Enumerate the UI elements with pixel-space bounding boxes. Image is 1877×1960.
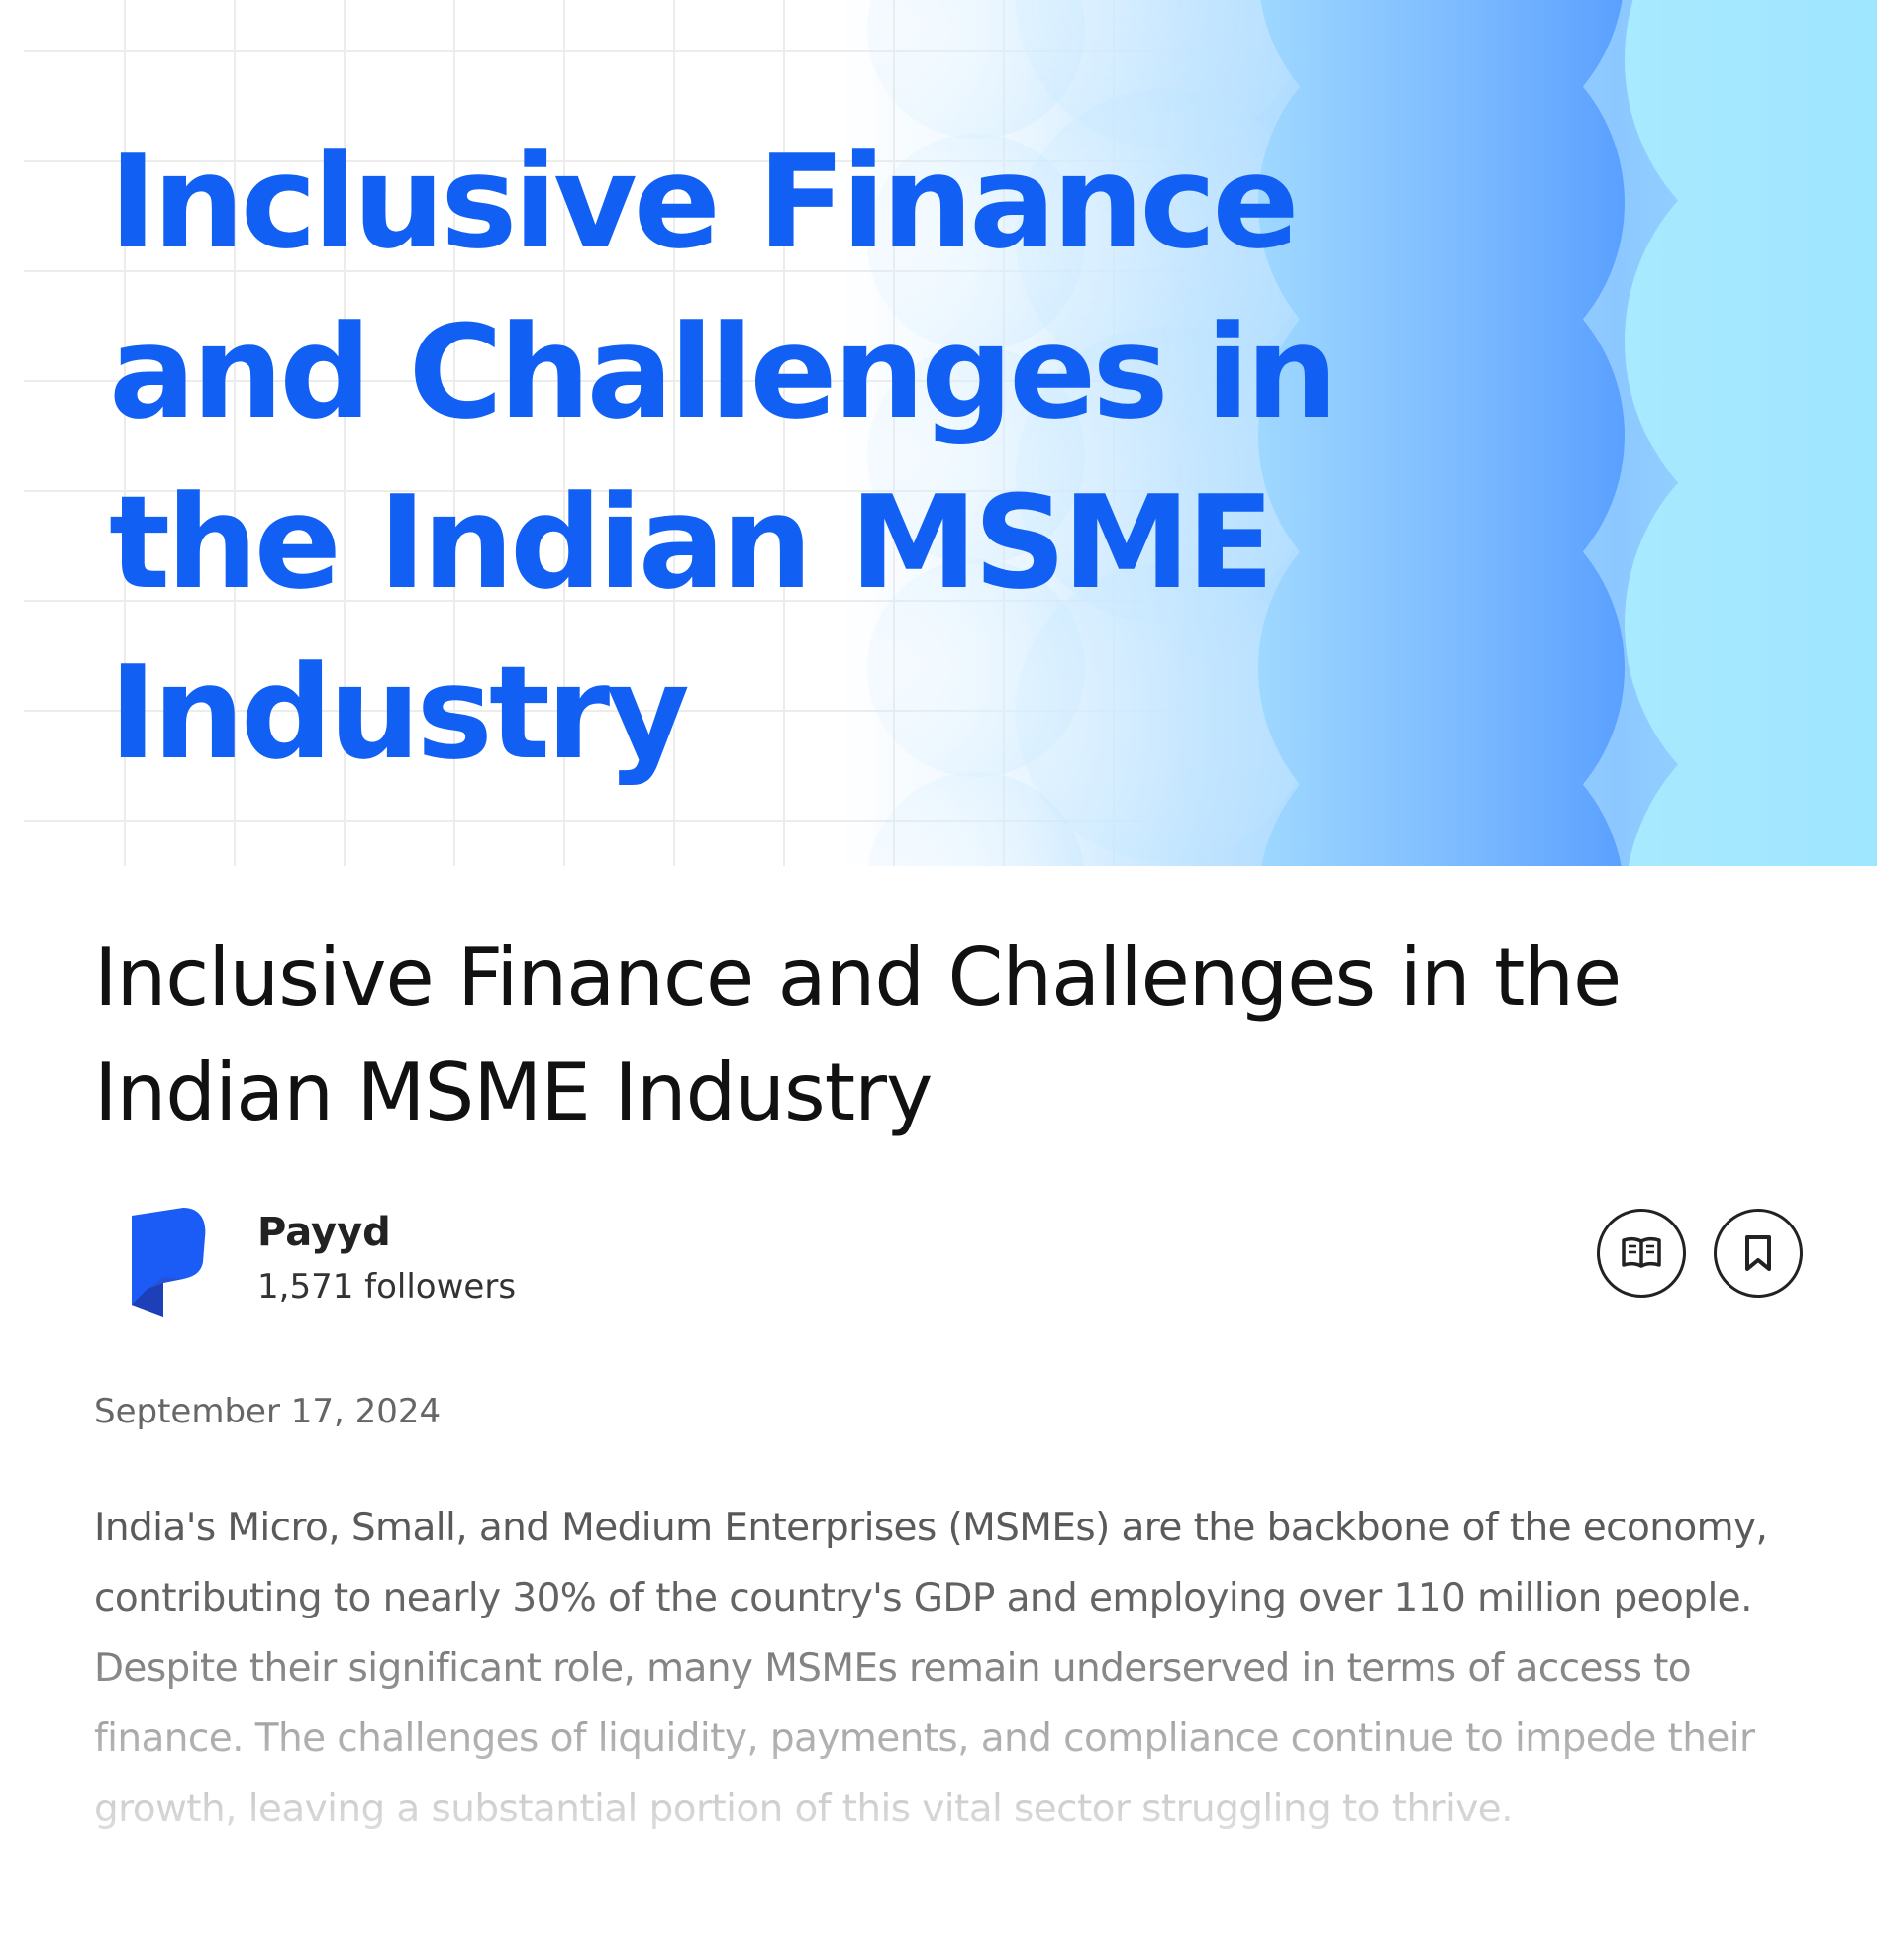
publish-date: September 17, 2024 (94, 1392, 442, 1431)
read-button[interactable] (1597, 1209, 1686, 1298)
author-name[interactable]: Payyd (257, 1208, 391, 1257)
author-row: Payyd 1,571 followers (94, 1198, 1807, 1317)
open-book-icon (1622, 1236, 1661, 1268)
payyd-logo-icon[interactable] (124, 1208, 213, 1317)
article-body-preview: India's Micro, Small, and Medium Enterpr… (94, 1506, 1768, 1831)
article-title: Inclusive Finance and Challenges in the … (94, 931, 1622, 1138)
bookmark-icon (1745, 1235, 1771, 1271)
hero-title: Inclusive Finance and Challenges in the … (109, 127, 1337, 788)
follower-count: 1,571 followers (257, 1267, 517, 1307)
hero-banner: Inclusive Finance and Challenges in the … (24, 0, 1877, 866)
save-button[interactable] (1714, 1209, 1803, 1298)
